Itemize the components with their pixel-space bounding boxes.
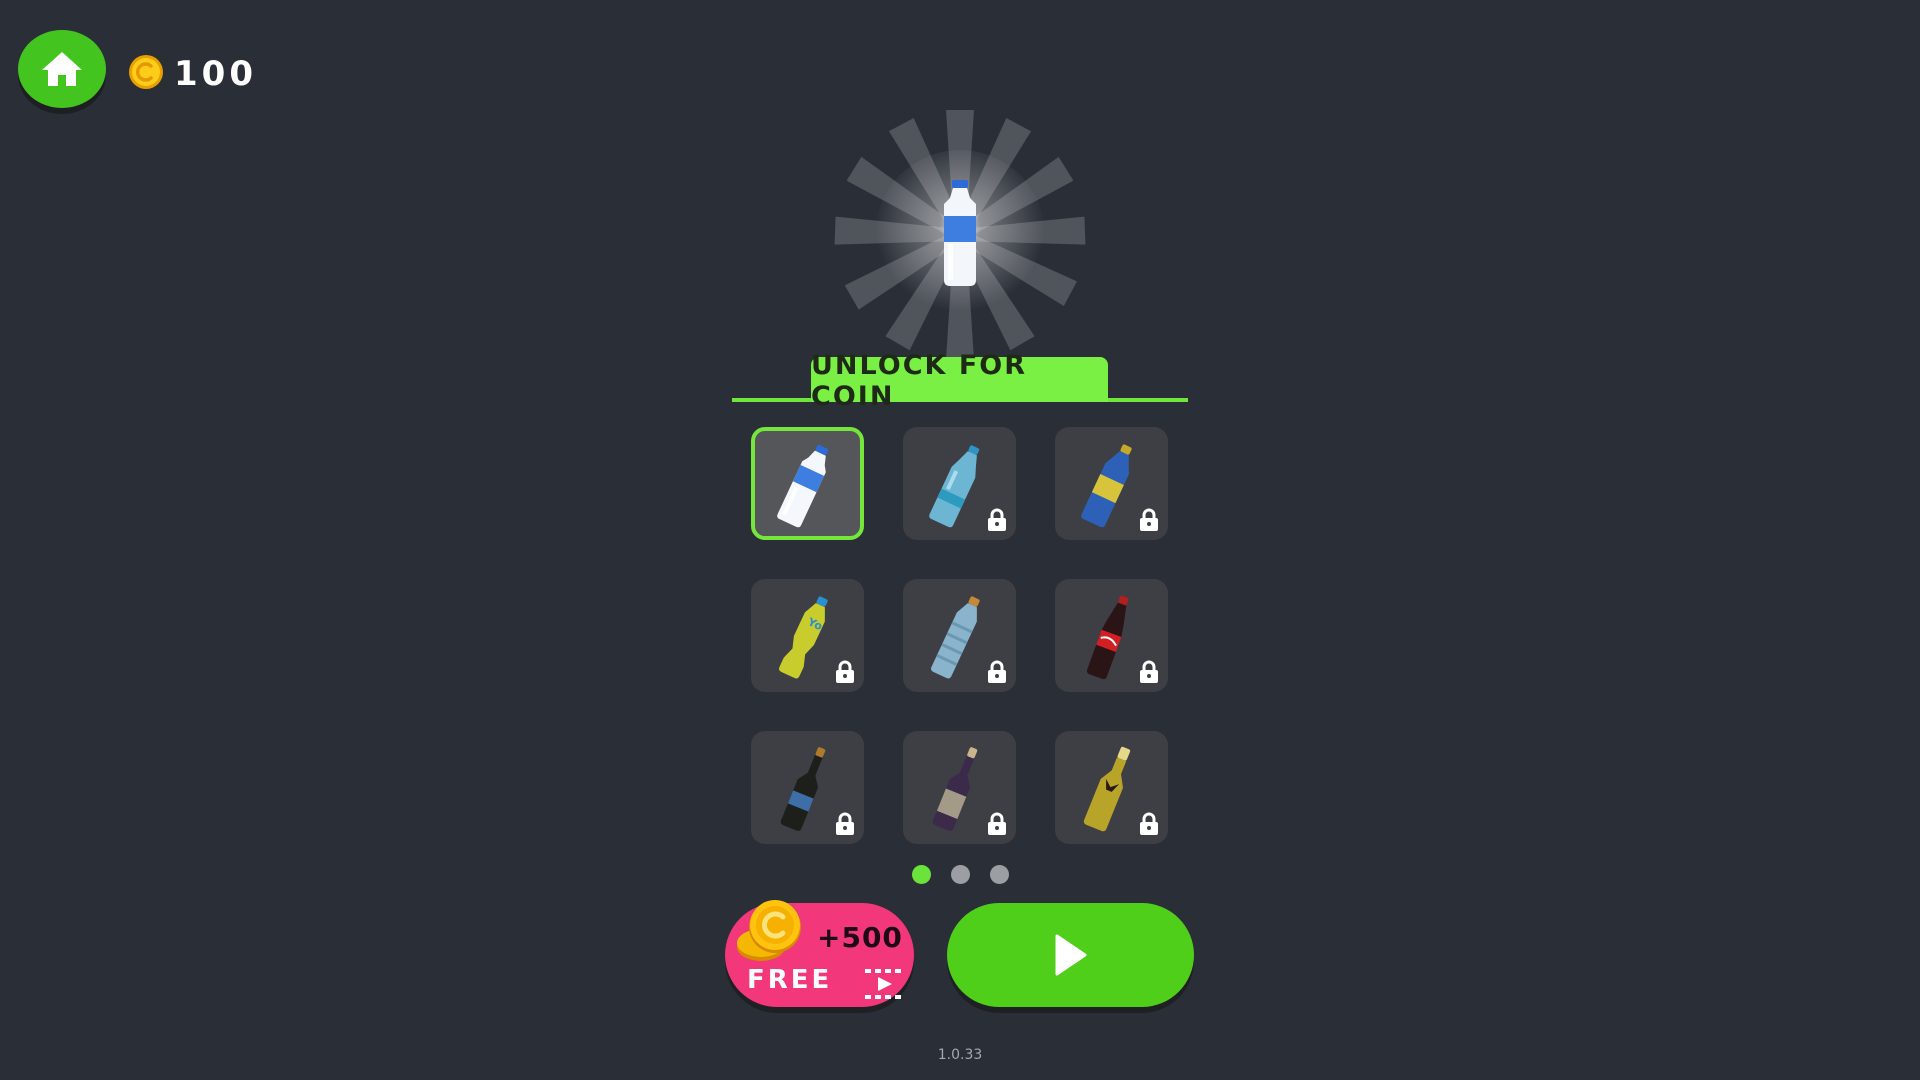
grid-item-ridged-water-bottle[interactable] (903, 579, 1016, 692)
reward-label: FREE (747, 965, 833, 995)
coin-stack-icon (737, 900, 801, 961)
section-tab: UNLOCK FOR COIN (811, 350, 1108, 412)
home-icon (42, 52, 82, 86)
lock-icon (1140, 508, 1158, 531)
light-blue-bottle-icon (929, 445, 980, 528)
coin-icon (129, 55, 163, 89)
play-icon (1055, 934, 1086, 976)
game-screen: 100 UNLOCK FOR COIN Yo +500 FREE 1.0.33 (0, 0, 1920, 1080)
version-label: 1.0.33 (937, 1047, 983, 1063)
grid-item-light-blue-bottle[interactable] (903, 427, 1016, 540)
lock-icon (988, 812, 1006, 835)
page-dot-3[interactable] (990, 865, 1009, 884)
lock-icon (836, 812, 854, 835)
bottle-grid: Yo (751, 427, 1169, 844)
lock-icon (988, 660, 1006, 683)
page-indicator (912, 865, 1009, 884)
ridged-water-bottle-icon (931, 596, 980, 679)
page-dot-1[interactable] (912, 865, 931, 884)
page-dot-2[interactable] (951, 865, 970, 884)
coin-count: 100 (174, 54, 257, 94)
lock-icon (1140, 660, 1158, 683)
play-button[interactable] (947, 903, 1194, 1007)
white-blue-bottle-icon (777, 444, 829, 528)
lock-icon (836, 660, 854, 683)
grid-item-cola-bottle[interactable] (1055, 579, 1168, 692)
section-title: UNLOCK FOR COIN (811, 350, 1028, 412)
lock-icon (1140, 812, 1158, 835)
cola-bottle-icon (1086, 595, 1129, 680)
grid-item-dark-wine-bottle[interactable] (751, 731, 864, 844)
coin-counter: 100 (128, 50, 257, 94)
blue-yellow-bottle-icon (1081, 444, 1132, 528)
yellow-juice-bottle-icon: Yo (779, 596, 828, 679)
reward-amount: +500 (817, 921, 903, 954)
grid-item-white-blue-bottle[interactable] (751, 427, 864, 540)
free-coins-button[interactable]: +500 FREE (725, 900, 914, 1007)
grid-item-purple-wine-bottle[interactable] (903, 731, 1016, 844)
home-button[interactable] (18, 30, 106, 108)
grid-item-yellow-juice-bottle[interactable]: Yo (751, 579, 864, 692)
dark-wine-bottle-icon (780, 747, 826, 831)
purple-wine-bottle-icon (932, 747, 978, 831)
grid-item-champagne-bottle[interactable] (1055, 731, 1168, 844)
champagne-bottle-icon (1083, 746, 1131, 832)
grid-item-blue-yellow-bottle[interactable] (1055, 427, 1168, 540)
featured-bottle (834, 110, 1086, 360)
video-icon (865, 969, 901, 999)
lock-icon (988, 508, 1006, 531)
